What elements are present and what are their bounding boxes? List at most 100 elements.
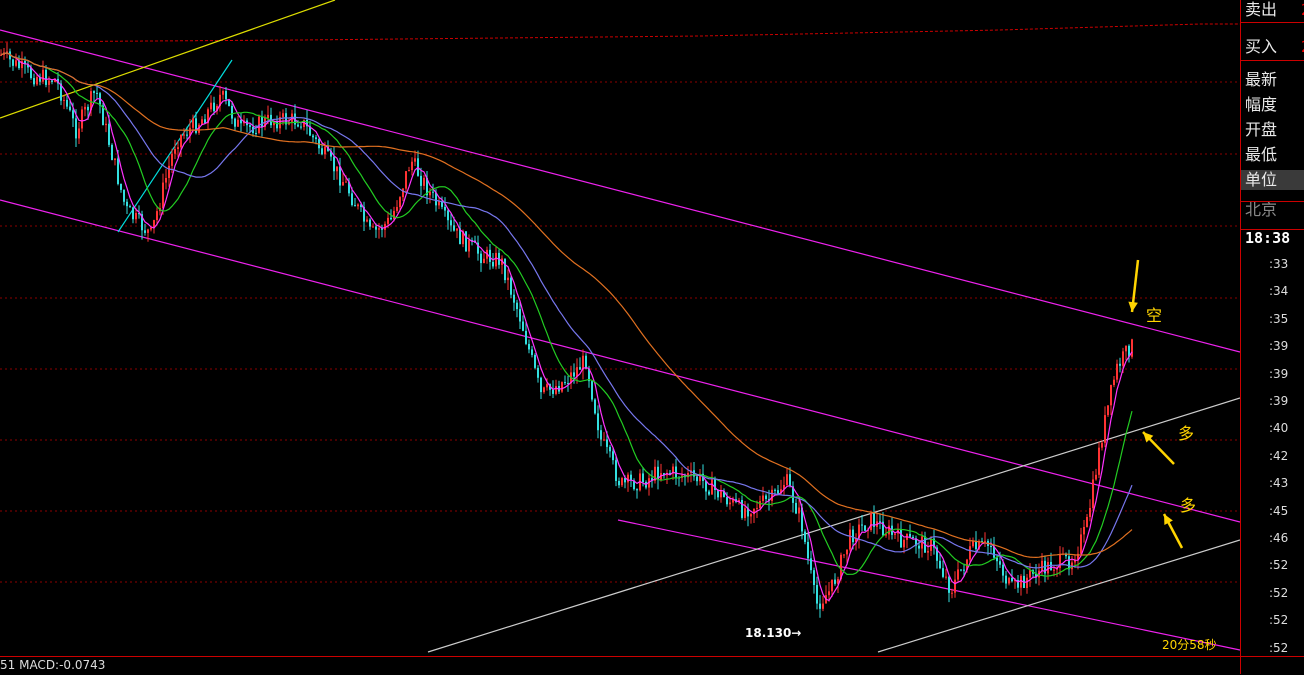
candle-body <box>282 113 284 118</box>
panel-row-label: 最低 <box>1245 145 1278 164</box>
candle-body <box>87 106 89 111</box>
candle-body <box>597 413 599 431</box>
candle-body <box>831 579 833 592</box>
clock: 18:38 <box>1245 229 1291 247</box>
candle-body <box>225 91 227 100</box>
candle-body <box>1116 363 1118 380</box>
time-tick: :42 <box>1269 448 1289 463</box>
candle-body <box>267 114 269 118</box>
candle-body <box>423 177 425 186</box>
candle-body <box>513 294 515 303</box>
candle-body <box>84 106 86 110</box>
candle-body <box>546 384 548 388</box>
candle-body <box>276 121 278 129</box>
candle-body <box>480 253 482 264</box>
candle-body <box>1095 474 1097 480</box>
candle-body <box>534 354 536 368</box>
panel-row-label: 买入 <box>1245 37 1278 56</box>
time-tick: :52 <box>1269 585 1289 600</box>
low-price-label: 18.130→ <box>745 626 802 640</box>
candle-body <box>222 91 224 95</box>
candle-body <box>564 382 566 384</box>
candle-body <box>765 495 767 499</box>
candle-body <box>756 507 758 509</box>
panel-row-label: 幅度 <box>1245 95 1278 114</box>
candle-body <box>1083 526 1085 535</box>
panel-row-5: 最低 <box>1245 145 1277 165</box>
panel-row-3: 幅度 <box>1245 95 1277 115</box>
candle-body <box>42 69 44 82</box>
candle-body <box>483 258 485 264</box>
candle-body <box>849 529 851 550</box>
candle-body <box>804 531 806 542</box>
candle-body <box>156 211 158 221</box>
candle-body <box>108 123 110 145</box>
candle-body <box>516 302 518 310</box>
candle-body <box>255 132 257 134</box>
time-tick: :45 <box>1269 503 1289 518</box>
candle-body <box>231 105 233 119</box>
panel-row-label: 最新 <box>1245 70 1278 89</box>
candle-body <box>93 91 95 93</box>
candle-body <box>621 478 623 486</box>
trend-lines <box>0 0 1240 653</box>
candle-body <box>465 231 467 252</box>
candle-body <box>522 321 524 331</box>
candle-body <box>1005 575 1007 584</box>
candle-body <box>945 576 947 578</box>
candle-body <box>405 171 407 189</box>
candle-body <box>96 92 98 94</box>
candle-body <box>798 507 800 514</box>
price-chart[interactable] <box>0 0 1240 656</box>
candle-body <box>762 495 764 501</box>
candle-body <box>6 51 8 53</box>
candle-body <box>492 261 494 267</box>
candle-body <box>177 147 179 149</box>
candle-body <box>912 536 914 539</box>
candle-body <box>627 474 629 483</box>
candle-body <box>51 80 53 82</box>
candle-body <box>528 343 530 350</box>
candle-body <box>165 177 167 183</box>
long-annotation-2: 多 <box>1180 496 1197 515</box>
moving-averages <box>0 52 1133 602</box>
candle-body <box>312 135 314 138</box>
candle-body <box>126 201 128 207</box>
candle-body <box>393 210 395 220</box>
ma-slow <box>0 52 1133 569</box>
candle-body <box>843 554 845 556</box>
ma-long <box>0 52 1133 559</box>
candle-body <box>129 206 131 208</box>
candle-body <box>852 529 854 543</box>
candle-body <box>81 109 83 129</box>
candle-body <box>444 206 446 211</box>
panel-row-0: 卖出2 <box>1245 0 1304 20</box>
candle-body <box>1125 345 1127 352</box>
trend-yellow <box>0 0 336 119</box>
time-tick: :39 <box>1269 394 1289 408</box>
candle-body <box>951 592 953 594</box>
candle-body <box>552 389 554 394</box>
panel-row-7: 北京 <box>1245 200 1277 220</box>
candle-body <box>180 134 182 148</box>
candle-body <box>120 183 122 190</box>
candle-body <box>345 181 347 183</box>
candle-body <box>1029 570 1031 578</box>
candle-body <box>807 541 809 559</box>
panel-separator <box>1241 60 1304 61</box>
time-tick: :52 <box>1269 640 1289 655</box>
candle-body <box>696 476 698 482</box>
panel-separator <box>1241 201 1304 202</box>
candle-body <box>1101 442 1103 448</box>
candle-body <box>984 540 986 542</box>
candle-body <box>744 508 746 518</box>
candle-body <box>321 148 323 155</box>
candle-body <box>1002 564 1004 576</box>
candle-body <box>675 466 677 478</box>
candle-body <box>771 489 773 501</box>
candle-body <box>438 201 440 206</box>
candle-body <box>594 399 596 414</box>
candle-body <box>504 258 506 281</box>
candle-body <box>1008 577 1010 584</box>
candle-body <box>468 240 470 252</box>
